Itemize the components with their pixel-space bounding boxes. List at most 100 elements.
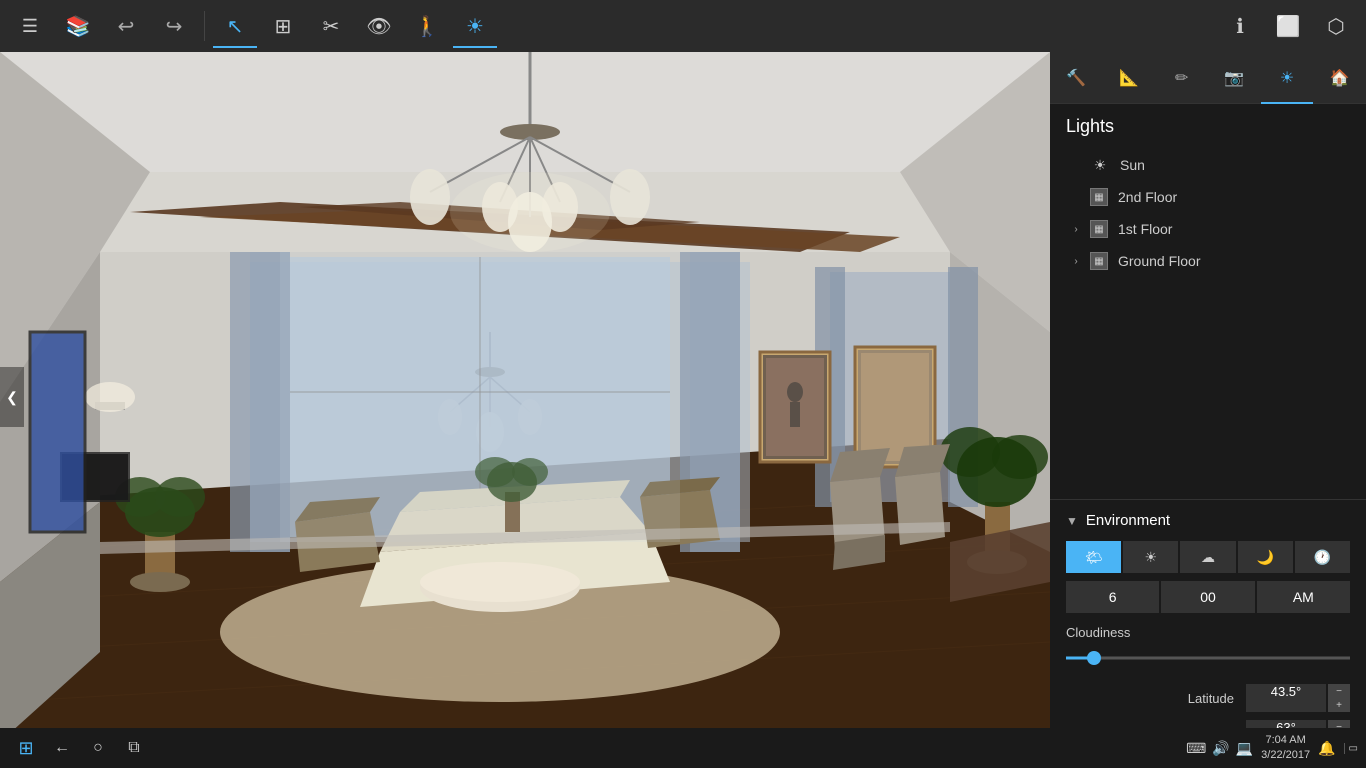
walk-button[interactable]: 🚶	[405, 4, 449, 48]
light-item-1st-floor[interactable]: › ▦ 1st Floor	[1066, 213, 1350, 245]
home-panel-button[interactable]: 🏠	[1313, 52, 1366, 104]
volume-icon[interactable]: 🔊	[1212, 740, 1229, 757]
scene-svg	[0, 52, 1050, 742]
walk-icon: 🚶	[415, 14, 440, 39]
redo-icon: ↪	[166, 14, 183, 39]
pencil-icon: ✏	[1175, 68, 1188, 88]
library-button[interactable]: 📚	[56, 4, 100, 48]
cloudiness-slider[interactable]	[1066, 648, 1350, 668]
ground-floor-label: Ground Floor	[1118, 253, 1200, 269]
night-button[interactable]: 🌙	[1238, 541, 1293, 573]
latitude-label: Latitude	[1066, 691, 1246, 706]
taskbar: ⊞ ← ○ ⧉ ⌨ 🔊 💻 7:04 AM 3/22/2017 🔔 ▭	[0, 728, 1366, 768]
tablet-mode-icon[interactable]: ⌨	[1186, 740, 1206, 757]
objects-button[interactable]: ⊞	[261, 4, 305, 48]
circle-icon: ○	[93, 739, 103, 757]
light-item-ground-floor[interactable]: › ▦ Ground Floor	[1066, 245, 1350, 277]
home-button[interactable]: ○	[80, 730, 116, 766]
slider-thumb[interactable]	[1087, 651, 1101, 665]
hour-input[interactable]: 6	[1066, 581, 1159, 613]
redo-button[interactable]: ↪	[152, 4, 196, 48]
light-item-sun[interactable]: › ☀ Sun	[1066, 149, 1350, 181]
show-desktop-icon[interactable]: ▭	[1344, 743, 1358, 754]
sunny-button[interactable]: ☀	[1123, 541, 1178, 573]
minute-input[interactable]: 00	[1161, 581, 1254, 613]
environment-title: Environment	[1086, 512, 1170, 529]
info-button[interactable]: ℹ	[1218, 4, 1262, 48]
edit-button[interactable]: ✂	[309, 4, 353, 48]
right-panel: 🔨 📐 ✏ 📷 ☀ 🏠 Lights › ☀ Sun › ▦	[1050, 52, 1366, 768]
top-toolbar: ☰ 📚 ↩ ↪ ↖ ⊞ ✂ 👁 🚶 ☀ ℹ ⬜ ⬡	[0, 0, 1366, 52]
latitude-input[interactable]: 43.5°	[1246, 684, 1326, 712]
menu-button[interactable]: ☰	[8, 4, 52, 48]
view-button[interactable]: 👁	[357, 4, 401, 48]
ampm-input[interactable]: AM	[1257, 581, 1350, 613]
start-button[interactable]: ⊞	[8, 730, 44, 766]
lighting-icon: ☀	[1280, 68, 1294, 88]
menu-icon: ☰	[22, 16, 38, 37]
system-tray: ⌨ 🔊 💻 7:04 AM 3/22/2017 🔔 ▭	[1186, 733, 1358, 764]
groundfloor-chevron[interactable]: ›	[1066, 251, 1086, 271]
1st-floor-label: 1st Floor	[1118, 221, 1172, 237]
lights-title: Lights	[1066, 116, 1350, 137]
select-icon: ↖	[227, 14, 244, 39]
lights-section: Lights › ☀ Sun › ▦ 2nd Floor › ▦ 1st Flo…	[1050, 104, 1366, 499]
measure-icon: 📐	[1119, 68, 1139, 88]
back-button[interactable]: ←	[44, 730, 80, 766]
groundfloor-icon: ▦	[1090, 252, 1108, 270]
time-inputs: 6 00 AM	[1066, 581, 1350, 613]
lighting-panel-button[interactable]: ☀	[1261, 52, 1314, 104]
measure-panel-button[interactable]: 📐	[1103, 52, 1156, 104]
time-display: 7:04 AM	[1261, 733, 1310, 748]
1stfloor-chevron[interactable]: ›	[1066, 219, 1086, 239]
clear-day-button[interactable]: 🌤	[1066, 541, 1121, 573]
sun-light-icon: ☀	[1090, 155, 1110, 175]
environment-chevron: ▼	[1066, 514, 1078, 528]
sun-icon: ☀	[466, 14, 484, 39]
date-display: 3/22/2017	[1261, 748, 1310, 763]
select-button[interactable]: ↖	[213, 4, 257, 48]
taskview-button[interactable]: ⧉	[116, 730, 152, 766]
eye-icon: 👁	[366, 14, 391, 39]
system-time[interactable]: 7:04 AM 3/22/2017	[1261, 733, 1310, 764]
cloudiness-label: Cloudiness	[1066, 625, 1350, 640]
back-icon: ←	[54, 739, 70, 757]
taskview-icon: ⧉	[128, 739, 139, 757]
1stfloor-icon: ▦	[1090, 220, 1108, 238]
lights-button[interactable]: ☀	[453, 4, 497, 48]
arrow-icon: ❮	[6, 389, 18, 406]
undo-button[interactable]: ↩	[104, 4, 148, 48]
library-icon: 📚	[66, 14, 91, 39]
left-nav-arrow[interactable]: ❮	[0, 367, 24, 427]
light-item-2nd-floor[interactable]: › ▦ 2nd Floor	[1066, 181, 1350, 213]
slider-track	[1066, 657, 1350, 660]
notification-icon[interactable]: 🔔	[1318, 740, 1335, 757]
clock-button[interactable]: 🕐	[1295, 541, 1350, 573]
2ndfloor-icon: ▦	[1090, 188, 1108, 206]
environment-header[interactable]: ▼ Environment	[1066, 512, 1350, 529]
layout-button[interactable]: ⬜	[1266, 4, 1310, 48]
camera-panel-button[interactable]: 📷	[1208, 52, 1261, 104]
cube-icon: ⬡	[1327, 14, 1344, 39]
separator-1	[204, 11, 205, 41]
camera-icon: 📷	[1224, 68, 1244, 88]
network-icon[interactable]: 💻	[1236, 740, 1253, 757]
latitude-decrease[interactable]: −	[1328, 684, 1350, 698]
build-panel-button[interactable]: 🔨	[1050, 52, 1103, 104]
sun-label: Sun	[1120, 157, 1145, 173]
scissors-icon: ✂	[323, 14, 340, 39]
windows-icon: ⊞	[18, 738, 33, 759]
latitude-row: Latitude 43.5° − +	[1066, 684, 1350, 712]
3d-viewport[interactable]: ❮	[0, 52, 1050, 742]
edit-panel-button[interactable]: ✏	[1155, 52, 1208, 104]
panel-icon-bar: 🔨 📐 ✏ 📷 ☀ 🏠	[1050, 52, 1366, 104]
weather-buttons: 🌤 ☀ ☁ 🌙 🕐	[1066, 541, 1350, 573]
sys-icons: ⌨ 🔊 💻	[1186, 740, 1253, 757]
latitude-controls: − +	[1328, 684, 1350, 712]
latitude-increase[interactable]: +	[1328, 698, 1350, 712]
3d-button[interactable]: ⬡	[1314, 4, 1358, 48]
objects-icon: ⊞	[275, 14, 292, 39]
2nd-floor-label: 2nd Floor	[1118, 189, 1177, 205]
build-icon: 🔨	[1066, 68, 1086, 88]
cloudy-button[interactable]: ☁	[1180, 541, 1235, 573]
